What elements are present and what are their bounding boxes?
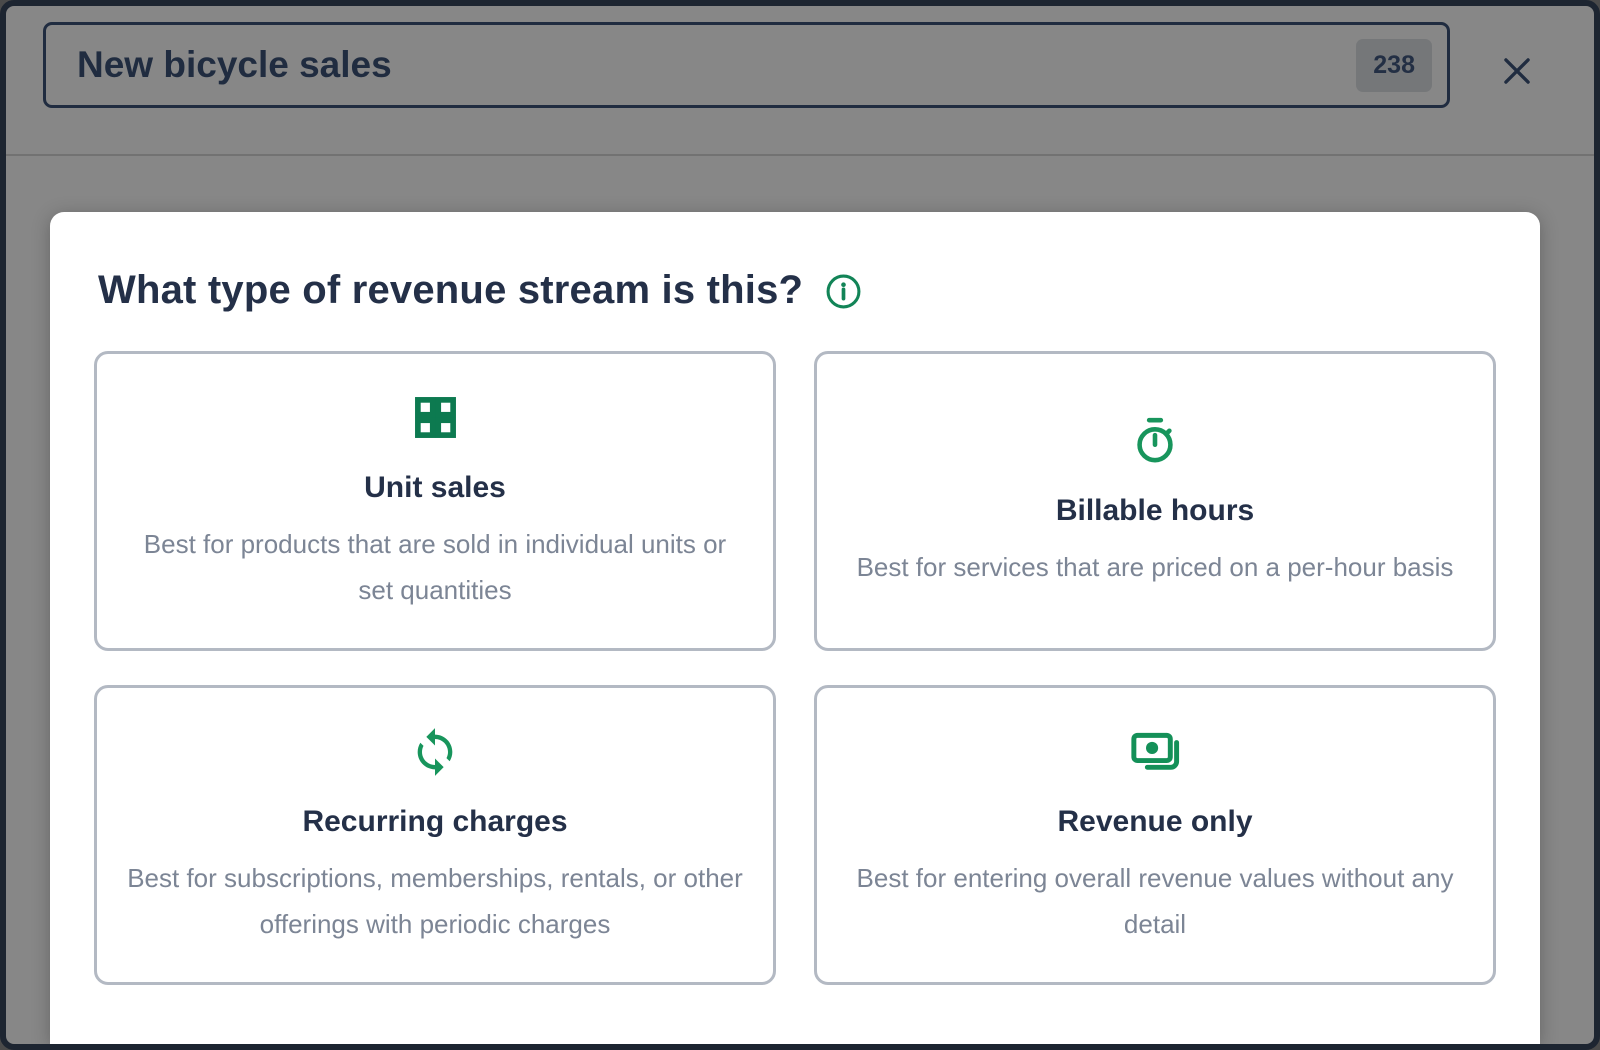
revenue-type-options: Unit sales Best for products that are so… (94, 351, 1496, 985)
card-icon-wrap (1130, 412, 1180, 470)
option-card-unit-sales[interactable]: Unit sales Best for products that are so… (94, 351, 776, 651)
option-description: Best for entering overall revenue values… (856, 862, 1454, 939)
stopwatch-icon (1137, 417, 1173, 463)
panel-title-row: What type of revenue stream is this? (98, 268, 1496, 313)
info-button[interactable] (825, 273, 862, 310)
banknote-icon (1131, 732, 1180, 770)
grid-icon (414, 397, 456, 439)
stream-name-field[interactable]: 238 (43, 22, 1450, 108)
char-count-badge: 238 (1356, 38, 1432, 92)
revenue-type-panel: What type of revenue stream is this? Uni… (50, 212, 1540, 1044)
option-title: Billable hours (1055, 493, 1255, 527)
card-icon-wrap (409, 723, 461, 781)
option-card-recurring-charges[interactable]: Recurring charges Best for subscriptions… (94, 685, 776, 985)
close-icon (1504, 58, 1530, 84)
option-title: Revenue only (1057, 804, 1253, 838)
stream-name-header: 238 (6, 6, 1594, 156)
stream-name-input[interactable] (77, 44, 1357, 86)
card-icon-wrap (412, 389, 459, 447)
option-description: Best for subscriptions, memberships, ren… (127, 862, 743, 939)
card-icon-wrap (1128, 723, 1182, 781)
option-title: Unit sales (364, 470, 506, 504)
option-card-revenue-only[interactable]: Revenue only Best for entering overall r… (814, 685, 1496, 985)
option-card-billable-hours[interactable]: Billable hours Best for services that ar… (814, 351, 1496, 651)
refresh-cycle-icon (417, 727, 453, 776)
info-icon (826, 274, 861, 309)
close-button[interactable] (1493, 47, 1541, 95)
page-title: What type of revenue stream is this? (98, 268, 804, 312)
option-description: Best for services that are priced on a p… (856, 551, 1454, 582)
option-description: Best for products that are sold in indiv… (143, 528, 727, 605)
option-title: Recurring charges (302, 804, 568, 838)
screenshot-frame: 238 What type of revenue stream is this? (0, 0, 1600, 1050)
